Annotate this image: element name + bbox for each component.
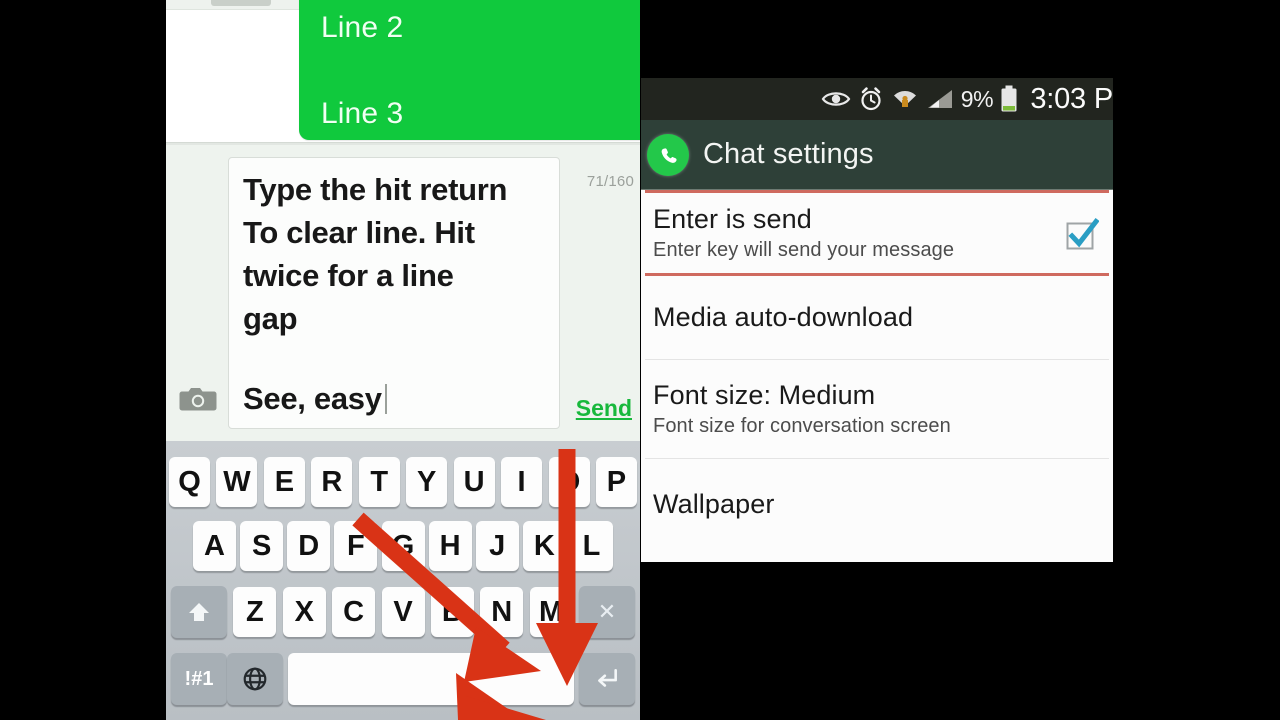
pref-title: Enter is send	[653, 204, 812, 234]
pref-summary: Enter key will send your message	[653, 239, 955, 261]
key-l[interactable]: L	[570, 521, 613, 571]
outgoing-message-bubble[interactable]: Line 2 Line 3	[299, 0, 640, 140]
send-button[interactable]: Send	[576, 395, 632, 422]
key-h[interactable]: H	[428, 521, 472, 571]
character-counter: 71/160	[586, 173, 634, 190]
pref-row-enter-is-send[interactable]: Enter is send Enter key will send your m…	[641, 190, 1113, 276]
key-n[interactable]: N	[480, 587, 524, 637]
backspace-icon: ✕	[597, 599, 617, 624]
whatsapp-conversation-panel: Line 2 Line 3 Type the hit return To cle…	[166, 0, 640, 720]
language-key[interactable]	[227, 653, 283, 705]
chat-settings-panel: 9% 3:03 P Chat settings Enter is send En…	[641, 0, 1113, 720]
pref-title: Media auto-download	[653, 302, 914, 332]
highlight-line-top	[645, 190, 1109, 193]
key-o[interactable]: O	[548, 457, 590, 507]
key-j[interactable]: J	[475, 521, 519, 571]
key-u[interactable]: U	[453, 457, 495, 507]
smart-stay-eye-icon	[821, 88, 851, 110]
action-bar: Chat settings	[641, 120, 1113, 190]
key-s[interactable]: S	[240, 521, 284, 571]
input-last-line-text: See, easy	[243, 381, 382, 416]
key-m[interactable]: M	[529, 587, 573, 637]
message-composer: Type the hit return To clear line. Hit t…	[166, 145, 640, 441]
keyboard-row-3: Z X C V B N M ✕	[166, 586, 640, 638]
pref-title: Font size: Medium	[653, 380, 876, 410]
cropped-bottom-area	[641, 562, 1113, 720]
backspace-key[interactable]: ✕	[579, 586, 635, 638]
message-list: Line 2 Line 3	[166, 0, 640, 142]
whatsapp-logo-icon[interactable]	[647, 133, 689, 176]
camera-icon[interactable]	[178, 384, 218, 414]
signal-bars-icon	[926, 87, 954, 111]
symbols-key[interactable]: !#1	[171, 653, 227, 705]
key-k[interactable]: K	[522, 521, 566, 571]
screenshot-stage: Line 2 Line 3 Type the hit return To cle…	[0, 0, 1280, 720]
key-f[interactable]: F	[334, 521, 378, 571]
key-x[interactable]: X	[282, 587, 326, 637]
input-line-2: To clear line. Hit	[243, 215, 475, 250]
preferences-list: Enter is send Enter key will send your m…	[641, 190, 1113, 562]
globe-icon	[243, 667, 267, 691]
pref-content: Media auto-download	[647, 276, 1107, 359]
pref-row-media-auto-download[interactable]: Media auto-download	[641, 276, 1113, 359]
key-g[interactable]: G	[381, 521, 425, 571]
key-r[interactable]: R	[311, 457, 353, 507]
battery-percent-label: 9%	[960, 85, 994, 112]
message-input-field[interactable]: Type the hit return To clear line. Hit t…	[228, 157, 560, 429]
key-d[interactable]: D	[287, 521, 331, 571]
key-w[interactable]: W	[216, 457, 258, 507]
key-c[interactable]: C	[332, 587, 376, 637]
alarm-clock-icon	[858, 86, 884, 112]
key-e[interactable]: E	[263, 457, 305, 507]
pref-content: Enter is send Enter key will send your m…	[647, 190, 1107, 276]
pref-row-font-size[interactable]: Font size: Medium Font size for conversa…	[641, 360, 1113, 458]
pref-content: Font size: Medium Font size for conversa…	[647, 360, 1107, 458]
android-status-bar: 9% 3:03 P	[641, 78, 1113, 120]
input-line-1: Type the hit return	[243, 172, 508, 207]
pref-summary: Font size for conversation screen	[653, 415, 951, 437]
key-z[interactable]: Z	[233, 587, 277, 637]
shift-arrow-icon	[189, 603, 209, 621]
key-t[interactable]: T	[358, 457, 400, 507]
key-a[interactable]: A	[193, 521, 236, 571]
wifi-icon	[891, 87, 919, 111]
shift-key[interactable]	[171, 586, 227, 638]
text-caret	[384, 384, 387, 414]
pref-title: Wallpaper	[653, 489, 775, 519]
input-line-4: gap	[243, 301, 298, 336]
key-p[interactable]: P	[595, 457, 637, 507]
key-b[interactable]: B	[430, 587, 474, 637]
enter-is-send-checkbox[interactable]	[1065, 217, 1100, 250]
battery-icon	[1000, 85, 1018, 113]
enter-key-icon	[598, 669, 617, 687]
key-y[interactable]: Y	[406, 457, 448, 507]
input-line-3: twice for a line	[243, 258, 454, 293]
keyboard-row-4: !#1	[166, 653, 640, 705]
partial-incoming-bubble	[211, 0, 271, 6]
key-i[interactable]: I	[501, 457, 543, 507]
key-v[interactable]: V	[381, 587, 425, 637]
input-last-line: See, easy	[243, 377, 387, 420]
enter-key[interactable]	[579, 653, 635, 705]
page-title: Chat settings	[703, 138, 874, 170]
space-key[interactable]	[288, 653, 574, 705]
keyboard-row-1: Q W E R T Y U I O P	[166, 457, 640, 507]
pref-content: Wallpaper	[647, 459, 1107, 544]
bubble-line-3: Line 3	[321, 97, 404, 130]
keyboard-row-2: A S D F G H J K L	[166, 521, 640, 571]
key-q[interactable]: Q	[169, 457, 210, 507]
pref-row-wallpaper[interactable]: Wallpaper	[641, 459, 1113, 544]
bubble-line-2: Line 2	[321, 11, 404, 44]
on-screen-keyboard: Q W E R T Y U I O P A S D F G H J K L Z …	[166, 441, 640, 720]
status-bar-clock: 3:03 P	[1030, 82, 1113, 115]
